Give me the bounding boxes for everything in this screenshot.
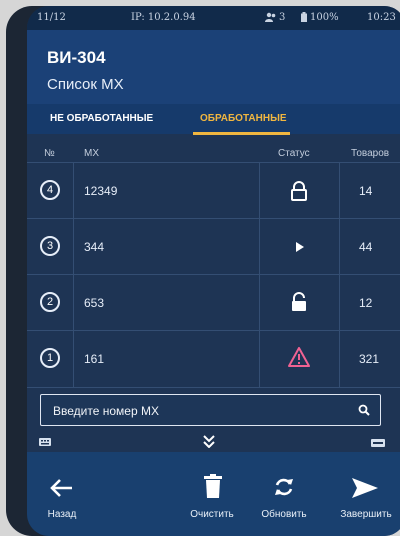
row-mx: 161 xyxy=(84,352,105,366)
battery-level: 100% xyxy=(310,12,339,23)
search-icon[interactable] xyxy=(358,403,370,421)
play-icon xyxy=(296,242,304,252)
refresh-label: Обновить xyxy=(261,509,307,520)
keyboard-icon[interactable] xyxy=(39,438,51,446)
table-header: № МХ Статус Товаров xyxy=(27,140,400,162)
send-icon xyxy=(352,478,378,498)
bottom-action-bar: Назад Очистить Обновить Завершить xyxy=(27,452,400,536)
status-ip: IP: 10.2.0.94 xyxy=(131,12,196,23)
status-time: 10:23 xyxy=(367,12,396,23)
col-num-header: № xyxy=(44,148,55,159)
row-separator xyxy=(73,275,74,331)
row-count: 12 xyxy=(359,296,373,310)
status-bar: 11/12 IP: 10.2.0.94 3 100% 10:23 xyxy=(27,6,400,30)
row-count: 321 xyxy=(359,352,380,366)
row-separator xyxy=(73,219,74,275)
row-number-badge: 3 xyxy=(40,236,60,256)
trash-icon xyxy=(204,474,222,498)
users-count: 3 xyxy=(279,12,286,23)
table-row[interactable]: 4 12349 14 xyxy=(27,162,400,219)
back-label: Назад xyxy=(47,509,77,520)
lock-closed-icon xyxy=(291,181,307,201)
active-tab-indicator xyxy=(193,132,290,135)
col-mx-header: МХ xyxy=(84,148,99,159)
tab-bar: НЕ ОБРАБОТАННЫЕ ОБРАБОТАННЫЕ xyxy=(27,104,400,134)
refresh-button[interactable]: Обновить xyxy=(249,452,319,536)
screen: 11/12 IP: 10.2.0.94 3 100% 10:23 ВИ-304 xyxy=(27,6,400,536)
table-row[interactable]: 3 344 44 xyxy=(27,218,400,275)
refresh-icon xyxy=(275,478,293,496)
app-header: ВИ-304 Список МХ xyxy=(27,30,400,104)
helper-row xyxy=(27,434,400,452)
table-row[interactable]: 1 161 321 xyxy=(27,330,400,388)
row-number-badge: 4 xyxy=(40,180,60,200)
row-status xyxy=(259,163,340,219)
row-number-badge: 2 xyxy=(40,292,60,312)
row-separator xyxy=(73,331,74,387)
keyboard-alt-icon[interactable] xyxy=(371,439,385,447)
row-separator xyxy=(73,163,74,219)
back-button[interactable]: Назад xyxy=(27,452,97,536)
table-row[interactable]: 2 653 12 xyxy=(27,274,400,331)
row-count: 44 xyxy=(359,240,373,254)
lock-open-icon xyxy=(292,292,306,311)
row-count: 14 xyxy=(359,184,373,198)
users-icon xyxy=(265,12,277,25)
clear-label: Очистить xyxy=(190,509,234,520)
warning-icon xyxy=(288,347,310,367)
col-status-header: Статус xyxy=(278,148,310,159)
row-status xyxy=(259,331,340,387)
page-title: ВИ-304 xyxy=(47,48,106,67)
page-subtitle: Список МХ xyxy=(47,76,124,93)
row-mx: 653 xyxy=(84,296,105,310)
finish-button[interactable]: Завершить xyxy=(331,452,400,536)
row-number-badge: 1 xyxy=(40,348,60,368)
row-status xyxy=(259,275,340,331)
device-frame: 11/12 IP: 10.2.0.94 3 100% 10:23 ВИ-304 xyxy=(6,6,400,536)
tab-processed[interactable]: ОБРАБОТАННЫЕ xyxy=(200,113,287,124)
clear-button[interactable]: Очистить xyxy=(177,452,247,536)
row-mx: 344 xyxy=(84,240,105,254)
status-left-text: 11/12 xyxy=(37,12,66,23)
row-mx: 12349 xyxy=(84,184,118,198)
arrow-left-icon xyxy=(50,479,72,497)
col-items-header: Товаров xyxy=(351,148,390,159)
finish-label: Завершить xyxy=(340,509,392,520)
row-status xyxy=(259,219,340,275)
search-box xyxy=(40,394,381,426)
mx-number-input[interactable] xyxy=(51,401,355,421)
chevron-double-down-icon[interactable] xyxy=(203,435,215,448)
tab-unprocessed[interactable]: НЕ ОБРАБОТАННЫЕ xyxy=(50,113,153,124)
battery-icon xyxy=(301,12,307,25)
